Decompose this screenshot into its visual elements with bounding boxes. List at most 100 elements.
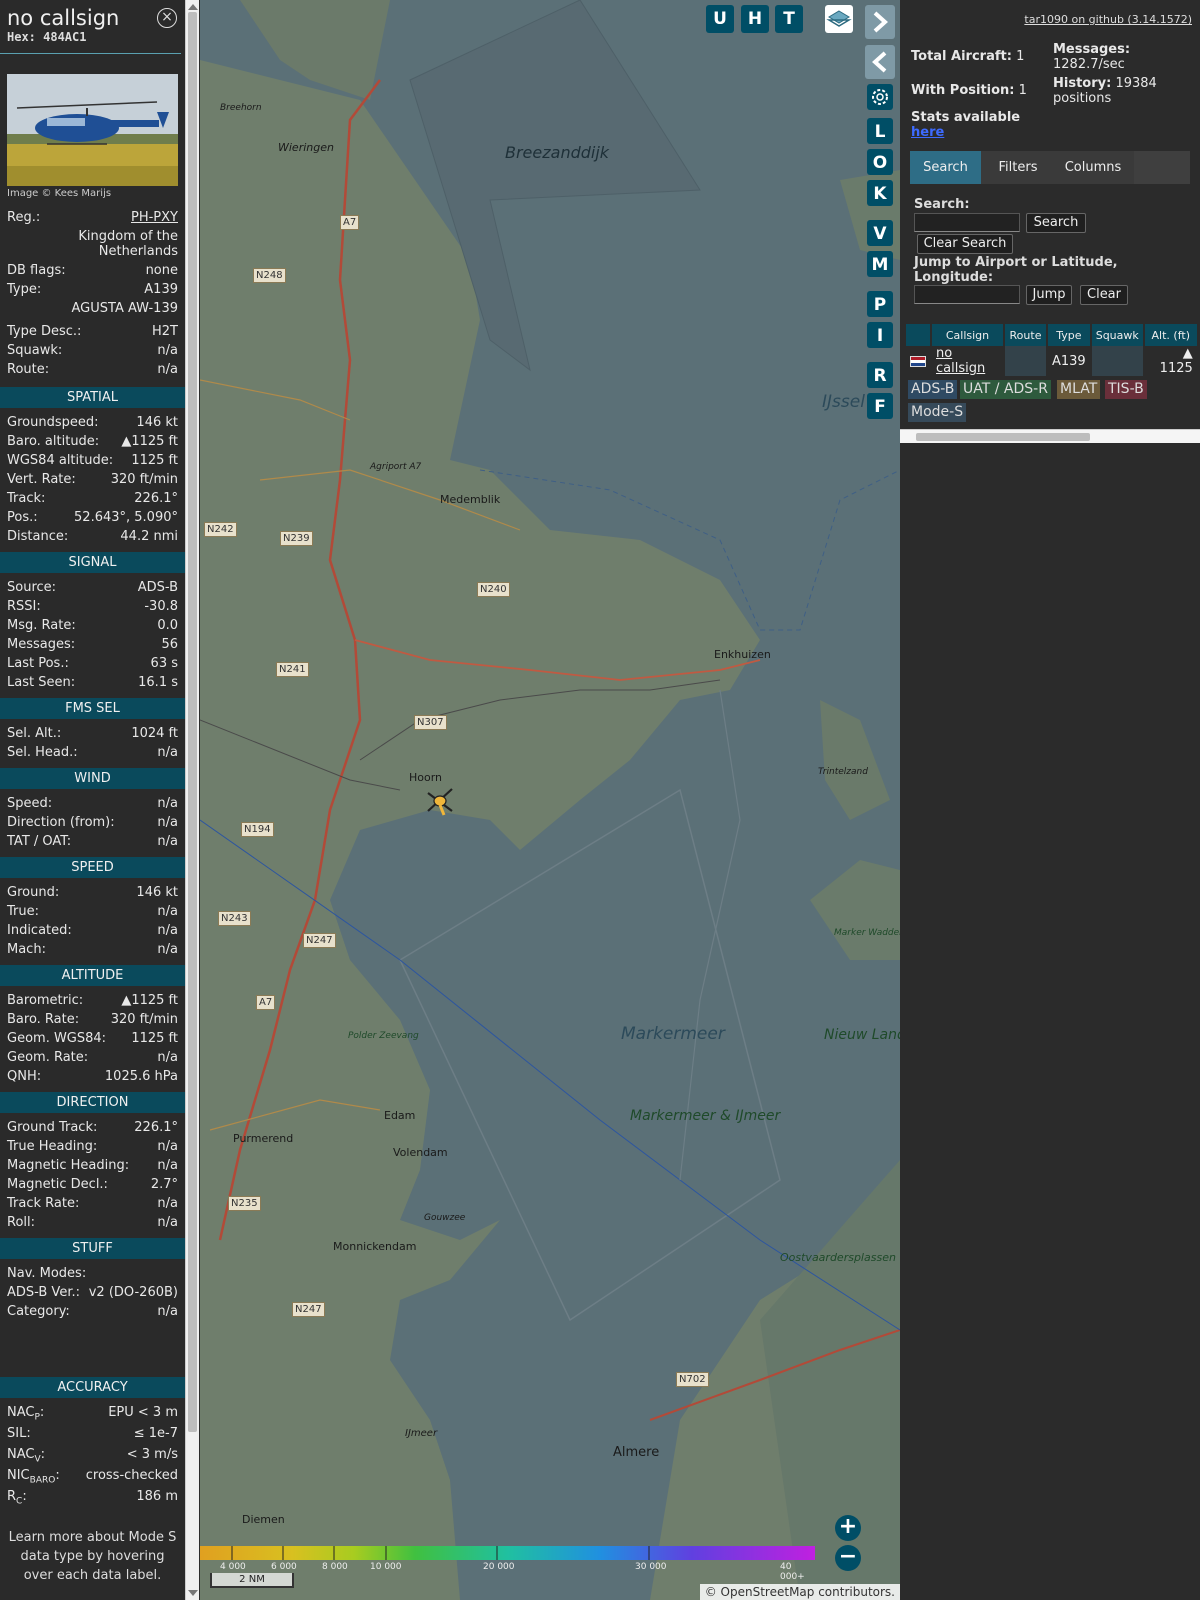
info-row[interactable]: Roll: n/a	[0, 1213, 185, 1232]
info-label[interactable]: Indicated:	[7, 921, 72, 940]
info-label[interactable]: Source:	[7, 578, 56, 597]
info-label[interactable]: WGS84 altitude:	[7, 451, 113, 470]
zoom-out-button[interactable]: −	[835, 1545, 861, 1571]
rc-label[interactable]: RC:	[7, 1487, 27, 1508]
info-row[interactable]: Messages: 56	[0, 635, 185, 654]
info-label[interactable]: Barometric:	[7, 991, 83, 1010]
zoom-in-button[interactable]: +	[835, 1515, 861, 1541]
info-label[interactable]: Baro. Rate:	[7, 1010, 79, 1029]
info-row-nacv[interactable]: NACV: < 3 m/s	[0, 1445, 185, 1466]
col-type[interactable]: Type	[1047, 324, 1092, 346]
info-label[interactable]: Magnetic Decl.:	[7, 1175, 108, 1194]
stats-here-link[interactable]: here	[911, 125, 944, 140]
nicbaro-label[interactable]: NICBARO:	[7, 1466, 60, 1487]
info-row[interactable]: Distance: 44.2 nmi	[0, 527, 185, 546]
info-label[interactable]: Magnetic Heading:	[7, 1156, 129, 1175]
button-k[interactable]: K	[867, 180, 893, 206]
info-label[interactable]: Last Pos.:	[7, 654, 69, 673]
settings-button[interactable]	[867, 84, 893, 110]
info-label[interactable]: Direction (from):	[7, 813, 115, 832]
info-row[interactable]: True: n/a	[0, 902, 185, 921]
info-row[interactable]: Last Pos.: 63 s	[0, 654, 185, 673]
collapse-left-button[interactable]	[865, 45, 895, 79]
scroll-down-icon[interactable]	[188, 1590, 198, 1596]
info-label[interactable]: Nav. Modes:	[7, 1264, 86, 1283]
info-row[interactable]: Indicated: n/a	[0, 921, 185, 940]
info-row[interactable]: WGS84 altitude: 1125 ft	[0, 451, 185, 470]
button-r[interactable]: R	[867, 362, 893, 388]
search-input[interactable]	[914, 213, 1020, 232]
info-row[interactable]: Vert. Rate: 320 ft/min	[0, 470, 185, 489]
info-row[interactable]: QNH: 1025.6 hPa	[0, 1067, 185, 1086]
scroll-up-icon[interactable]	[188, 4, 198, 10]
info-row-nicbaro[interactable]: NICBARO: cross-checked	[0, 1466, 185, 1487]
info-row[interactable]: Pos.: 52.643°, 5.090°	[0, 508, 185, 527]
info-row[interactable]: Baro. Rate: 320 ft/min	[0, 1010, 185, 1029]
expand-right-button[interactable]	[865, 5, 895, 39]
info-label[interactable]: Geom. WGS84:	[7, 1029, 106, 1048]
info-row[interactable]: Sel. Alt.: 1024 ft	[0, 724, 185, 743]
info-label[interactable]: Groundspeed:	[7, 413, 98, 432]
info-row[interactable]: Direction (from): n/a	[0, 813, 185, 832]
info-row[interactable]: Source: ADS-B	[0, 578, 185, 597]
map-attribution[interactable]: © OpenStreetMap contributors.	[699, 1584, 900, 1600]
info-row[interactable]: Ground: 146 kt	[0, 883, 185, 902]
jump-button[interactable]: Jump	[1026, 285, 1072, 305]
info-row[interactable]: Groundspeed: 146 kt	[0, 413, 185, 432]
info-row[interactable]: ADS-B Ver.: v2 (DO-260B)	[0, 1283, 185, 1302]
clear-search-button[interactable]: Clear Search	[917, 234, 1013, 254]
info-row[interactable]: Geom. Rate: n/a	[0, 1048, 185, 1067]
helicopter-icon[interactable]	[422, 783, 458, 819]
info-row[interactable]: Sel. Head.: n/a	[0, 743, 185, 762]
button-o[interactable]: O	[867, 149, 893, 175]
table-horizontal-scrollbar[interactable]	[900, 429, 1200, 443]
info-label[interactable]: Vert. Rate:	[7, 470, 76, 489]
info-label[interactable]: Ground Track:	[7, 1118, 97, 1137]
layers-button[interactable]	[825, 5, 853, 33]
info-row[interactable]: RSSI: -30.8	[0, 597, 185, 616]
info-label[interactable]: Sel. Alt.:	[7, 724, 61, 743]
clear-button[interactable]: Clear	[1080, 285, 1128, 305]
info-row[interactable]: Geom. WGS84: 1125 ft	[0, 1029, 185, 1048]
button-l[interactable]: L	[867, 118, 893, 144]
info-row[interactable]: Last Seen: 16.1 s	[0, 673, 185, 692]
info-label[interactable]: Sel. Head.:	[7, 743, 78, 762]
col-squawk[interactable]: Squawk	[1090, 324, 1145, 346]
info-label[interactable]: Mach:	[7, 940, 46, 959]
button-h[interactable]: H	[741, 5, 769, 33]
tab-columns[interactable]: Columns	[1055, 151, 1131, 184]
row-callsign[interactable]: no callsign	[931, 346, 1005, 376]
search-button[interactable]: Search	[1026, 213, 1086, 233]
map-view[interactable]: Breezanddijk Wieringen Breehorn Agriport…	[200, 0, 900, 1600]
github-link[interactable]: tar1090 on github (3.14.1572)	[1024, 13, 1192, 26]
info-label[interactable]: Speed:	[7, 794, 52, 813]
info-label[interactable]: True Heading:	[7, 1137, 97, 1156]
info-row[interactable]: True Heading: n/a	[0, 1137, 185, 1156]
jump-input[interactable]	[914, 285, 1020, 304]
button-f[interactable]: F	[867, 393, 893, 419]
table-row[interactable]: no callsign A139 ▲ 1125	[906, 346, 1199, 376]
info-label[interactable]: Track:	[7, 489, 45, 508]
info-row[interactable]: Baro. altitude: ▲1125 ft	[0, 432, 185, 451]
info-label[interactable]: RSSI:	[7, 597, 41, 616]
info-label[interactable]: Track Rate:	[7, 1194, 79, 1213]
info-label[interactable]: Pos.:	[7, 508, 38, 527]
button-v[interactable]: V	[867, 220, 893, 246]
info-row[interactable]: Msg. Rate: 0.0	[0, 616, 185, 635]
info-row[interactable]: Ground Track: 226.1°	[0, 1118, 185, 1137]
info-label[interactable]: Baro. altitude:	[7, 432, 99, 451]
sil-label[interactable]: SIL:	[7, 1424, 31, 1445]
info-label[interactable]: ADS-B Ver.:	[7, 1283, 80, 1302]
info-row[interactable]: Speed: n/a	[0, 794, 185, 813]
info-row[interactable]: Barometric: ▲1125 ft	[0, 991, 185, 1010]
info-label[interactable]: Roll:	[7, 1213, 35, 1232]
info-panel-scrollbar[interactable]	[185, 0, 199, 1600]
reg-link[interactable]: PH-PXY	[131, 208, 178, 227]
button-t[interactable]: T	[775, 5, 803, 33]
info-row[interactable]: Category: n/a	[0, 1302, 185, 1321]
info-label[interactable]: Category:	[7, 1302, 70, 1321]
button-p[interactable]: P	[867, 291, 893, 317]
info-row[interactable]: Track Rate: n/a	[0, 1194, 185, 1213]
info-row[interactable]: TAT / OAT: n/a	[0, 832, 185, 851]
col-alt[interactable]: Alt. (ft)	[1143, 324, 1199, 346]
